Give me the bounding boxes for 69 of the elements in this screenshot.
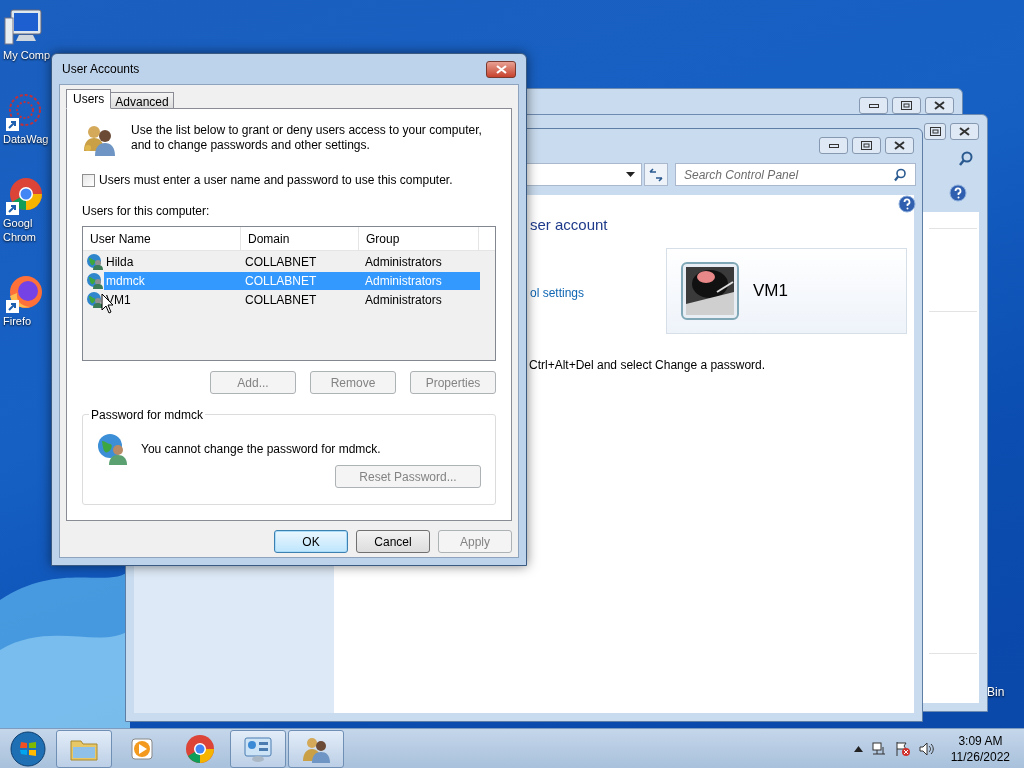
taskbar-button[interactable] [56,729,112,768]
taskbar-button[interactable] [288,729,344,768]
button[interactable]: OK [274,530,348,553]
turntable-picture-icon [681,262,739,320]
minimize-icon [868,103,879,108]
help-icon [898,195,916,213]
maximize-button[interactable] [924,123,946,140]
users-icon [82,123,116,157]
maximize-button[interactable] [852,137,881,154]
minimize-button[interactable] [819,137,848,154]
help-icon [949,184,967,202]
dropdown-arrow-icon [626,172,635,177]
instruction-text: Ctrl+Alt+Del and select Change a password. [529,357,766,374]
icon-label: Firefo [3,314,32,328]
tab[interactable]: Advanced [111,92,174,109]
close-icon [894,141,905,150]
close-icon [959,127,970,136]
account-name: VM1 [753,280,788,303]
refresh-button[interactable] [644,163,668,186]
globe-user-icon [86,253,103,270]
clock[interactable]: 3:09 AM 11/26/2022 [950,732,1010,765]
settings-link[interactable]: ol settings [530,284,585,302]
page-heading: ser account [530,215,608,235]
icon-label: Bin [987,684,1005,701]
checkbox[interactable] [82,173,95,187]
column-header[interactable]: Group [359,227,479,250]
close-icon [495,64,507,74]
computer-icon [3,8,45,48]
list-label: Users for this computer: [82,203,211,220]
close-button[interactable] [885,137,914,154]
control-panel-icon [243,734,273,763]
refresh-icon [648,167,664,182]
maximize-icon [901,101,912,110]
globe-user-icon [97,433,129,465]
minimize-icon [828,143,839,148]
maximize-icon [861,141,872,150]
maximize-icon [929,127,941,136]
tab[interactable]: Users [66,89,112,109]
search-icon [893,167,907,182]
chrome-icon [185,733,215,764]
close-button[interactable] [950,123,979,140]
intro-text: Use the list below to grant or deny users access to your computer, and to change passwords and other settings. [131,123,483,154]
close-icon [934,101,945,110]
close-button[interactable] [925,97,954,114]
start-button[interactable] [9,729,47,768]
column-header[interactable]: Domain [241,227,359,250]
search-field[interactable]: Search Control Panel [675,163,916,186]
window-title: User Accounts [62,61,140,78]
icon-label: Googl [3,216,33,230]
button[interactable]: Cancel [356,530,430,553]
flag-error-icon[interactable] [894,740,911,757]
speaker-icon[interactable] [918,740,935,757]
globe-user-icon [86,272,103,289]
maximize-button[interactable] [892,97,921,114]
show-hidden-icons-icon[interactable] [853,745,863,752]
icon-label: My Comp [3,48,51,62]
firefox-icon [3,274,45,314]
minimize-button[interactable] [859,97,888,114]
close-button[interactable] [486,60,516,78]
icon-label: DataWag [3,132,49,146]
list-row[interactable]: Hilda COLLABNET Administrators [104,252,480,271]
chrome-icon [3,176,45,216]
column-header[interactable]: User Name [83,227,241,250]
search-icon [958,151,974,167]
network-icon[interactable] [870,740,887,757]
checkbox-label: Users must enter a user name and password to use this computer. [99,172,453,189]
password-message: You cannot change the password for mdmck. [141,441,381,458]
taskbar-button[interactable] [230,729,286,768]
icon-label: Chrom [3,230,36,244]
